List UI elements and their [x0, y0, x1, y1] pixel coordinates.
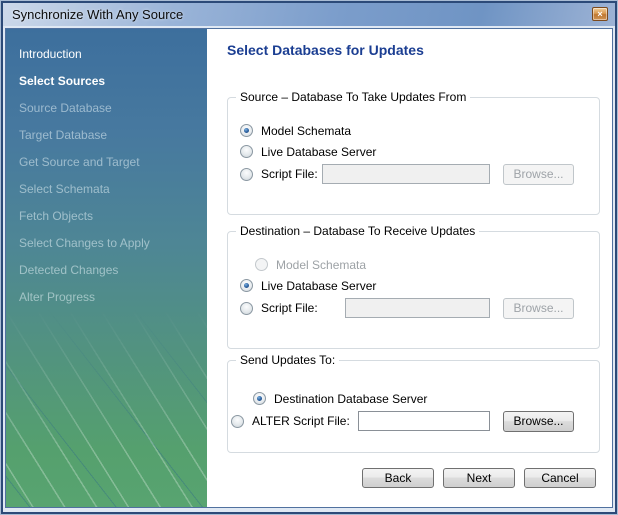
sidebar-item-fetch-objects: Fetch Objects [6, 203, 207, 230]
window-title: Synchronize With Any Source [12, 7, 183, 22]
radio-icon-source-live-database-server[interactable] [240, 145, 253, 158]
cancel-button[interactable]: Cancel [524, 468, 596, 488]
radio-label: Model Schemata [261, 124, 351, 138]
radio-label: Destination Database Server [274, 392, 427, 406]
radio-label: ALTER Script File: [252, 414, 350, 428]
groupbox-destination: Destination – Database To Receive Update… [227, 231, 600, 349]
radio-row-source-live-database-server[interactable]: Live Database Server [240, 141, 599, 162]
sidebar-item-source-database: Source Database [6, 95, 207, 122]
radio-row-destination-database-server[interactable]: Destination Database Server [253, 388, 599, 409]
sidebar-item-select-schemata: Select Schemata [6, 176, 207, 203]
radio-label: Script File: [261, 301, 318, 315]
radio-icon-destination-script-file[interactable] [240, 302, 253, 315]
back-button[interactable]: Back [362, 468, 434, 488]
radio-icon-destination-model-schemata [255, 258, 268, 271]
radio-label: Script File: [261, 167, 318, 181]
destination-script-file-input [345, 298, 490, 318]
radio-row-alter-script-file: ALTER Script File: Browse... [231, 409, 599, 433]
sidebar-item-alter-progress: Alter Progress [6, 284, 207, 311]
source-browse-button: Browse... [503, 164, 574, 185]
titlebar: Synchronize With Any Source × [3, 3, 615, 26]
groupbox-destination-title: Destination – Database To Receive Update… [236, 224, 479, 238]
radio-row-destination-script-file: Script File: Browse... [240, 296, 599, 320]
radio-row-source-script-file: Script File: Browse... [240, 162, 599, 186]
wizard-footer: Back Next Cancel [362, 468, 596, 488]
source-script-file-input [322, 164, 490, 184]
content-area: Introduction Select Sources Source Datab… [5, 28, 613, 508]
radio-label: Live Database Server [261, 279, 376, 293]
radio-icon-source-model-schemata[interactable] [240, 124, 253, 137]
radio-icon-destination-live-database-server[interactable] [240, 279, 253, 292]
wizard-sidebar: Introduction Select Sources Source Datab… [6, 29, 207, 507]
radio-icon-alter-script-file[interactable] [231, 415, 244, 428]
close-icon: × [597, 9, 602, 19]
window: Synchronize With Any Source × Introducti… [0, 0, 618, 515]
alter-script-file-input[interactable] [358, 411, 490, 431]
radio-row-source-model-schemata[interactable]: Model Schemata [240, 120, 599, 141]
groupbox-send-updates: Send Updates To: Destination Database Se… [227, 360, 600, 453]
radio-row-destination-model-schemata: Model Schemata [255, 254, 599, 275]
page-title: Select Databases for Updates [227, 42, 612, 58]
close-button[interactable]: × [592, 7, 608, 21]
alter-browse-button[interactable]: Browse... [503, 411, 574, 432]
groupbox-source-title: Source – Database To Take Updates From [236, 90, 470, 104]
radio-icon-destination-database-server[interactable] [253, 392, 266, 405]
main-pane: Select Databases for Updates Source – Da… [207, 29, 612, 507]
sidebar-item-select-sources: Select Sources [6, 68, 207, 95]
destination-browse-button: Browse... [503, 298, 574, 319]
sidebar-item-get-source-target: Get Source and Target [6, 149, 207, 176]
next-button[interactable]: Next [443, 468, 515, 488]
sidebar-item-introduction: Introduction [6, 41, 207, 68]
sidebar-item-select-changes: Select Changes to Apply [6, 230, 207, 257]
sidebar-decoration [6, 292, 207, 507]
sidebar-item-detected-changes: Detected Changes [6, 257, 207, 284]
radio-label: Model Schemata [276, 258, 366, 272]
radio-icon-source-script-file[interactable] [240, 168, 253, 181]
sidebar-item-target-database: Target Database [6, 122, 207, 149]
groupbox-send-updates-title: Send Updates To: [236, 353, 339, 367]
radio-label: Live Database Server [261, 145, 376, 159]
groupbox-source: Source – Database To Take Updates From M… [227, 97, 600, 215]
radio-row-destination-live-database-server[interactable]: Live Database Server [240, 275, 599, 296]
